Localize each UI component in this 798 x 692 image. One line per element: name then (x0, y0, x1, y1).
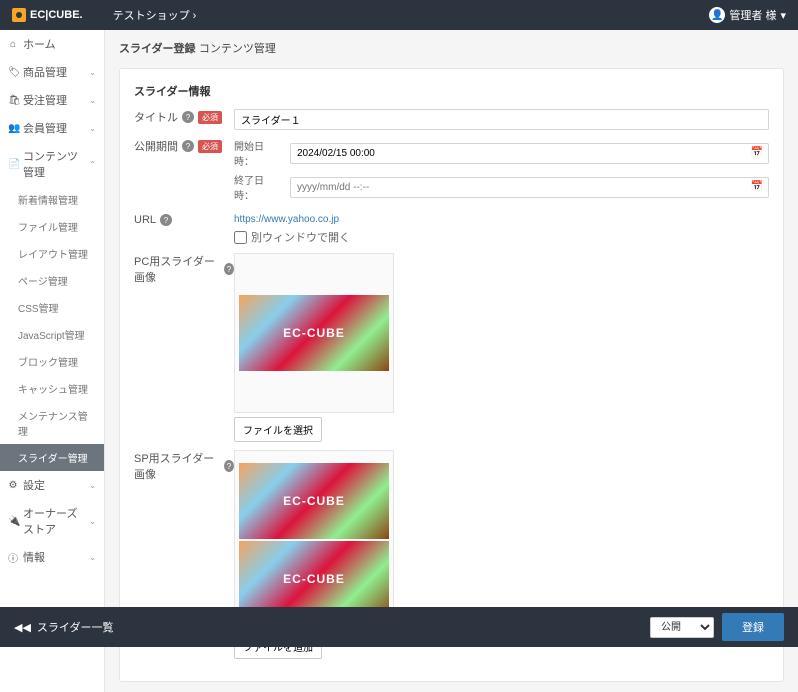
label-start: 開始日時： (234, 138, 282, 168)
label-end: 終了日時： (234, 172, 282, 202)
pc-image-preview: EC-CUBE (234, 253, 394, 413)
new-window-input[interactable] (234, 231, 247, 244)
cart-icon: 🛍 (8, 95, 18, 106)
chevron-down-icon: ⌄ (89, 124, 96, 133)
chevron-down-icon: ⌄ (89, 68, 96, 77)
sp-image-preview: EC-CUBE EC-CUBE (234, 450, 394, 630)
chevron-down-icon: ⌄ (89, 96, 96, 105)
nav-order[interactable]: 🛍受注管理⌄ (0, 86, 104, 114)
nav-slider[interactable]: スライダー管理 (0, 444, 104, 471)
nav-js[interactable]: JavaScript管理 (0, 321, 104, 348)
shop-link[interactable]: テストショップ › (113, 7, 197, 23)
nav-layout[interactable]: レイアウト管理 (0, 240, 104, 267)
brand-text: EC|CUBE. (30, 9, 83, 21)
help-icon[interactable]: ? (182, 111, 194, 123)
home-icon: ⌂ (8, 39, 18, 50)
nav-css[interactable]: CSS管理 (0, 294, 104, 321)
help-icon[interactable]: ? (160, 214, 172, 226)
label-sp-image: SP用スライダー画像? (134, 450, 234, 482)
url-value: https://www.yahoo.co.jp (234, 214, 769, 225)
help-icon[interactable]: ? (224, 263, 234, 275)
info-icon: ⓘ (8, 550, 18, 565)
required-badge: 必須 (198, 140, 222, 153)
label-pc-image: PC用スライダー画像? (134, 253, 234, 285)
thumbnail: EC-CUBE (239, 541, 389, 617)
nav-product[interactable]: 🏷商品管理⌄ (0, 58, 104, 86)
label-period: 公開期間?必須 (134, 138, 234, 154)
nav-setting[interactable]: ⚙設定⌄ (0, 471, 104, 499)
gear-icon: ⚙ (8, 480, 18, 491)
required-badge: 必須 (198, 111, 222, 124)
tag-icon: 🏷 (8, 67, 18, 78)
doc-icon: 📄 (8, 159, 18, 170)
help-icon[interactable]: ? (224, 460, 234, 472)
nav-cache[interactable]: キャッシュ管理 (0, 375, 104, 402)
thumbnail: EC-CUBE (239, 295, 389, 371)
chevron-down-icon: ⌄ (89, 481, 96, 490)
back-link[interactable]: ◀◀スライダー一覧 (14, 619, 113, 635)
users-icon: 👥 (8, 123, 18, 134)
pc-file-select-button[interactable]: ファイルを選択 (234, 417, 322, 442)
chevron-down-icon: ⌄ (89, 517, 96, 526)
nav-owner[interactable]: 🔌オーナーズストア⌄ (0, 499, 104, 543)
nav-block[interactable]: ブロック管理 (0, 348, 104, 375)
chevron-up-icon: ⌃ (89, 160, 96, 169)
breadcrumb: スライダー登録 コンテンツ管理 (119, 40, 784, 56)
nav-content[interactable]: 📄コンテンツ管理⌃ (0, 142, 104, 186)
help-icon[interactable]: ? (182, 140, 194, 152)
form-card: スライダー情報 タイトル?必須 公開期間?必須 開始日時： 終了日時： URL?… (119, 68, 784, 682)
nav-news[interactable]: 新着情報管理 (0, 186, 104, 213)
title-input[interactable] (234, 109, 769, 130)
nav-home[interactable]: ⌂ホーム (0, 30, 104, 58)
section-title: スライダー情報 (134, 83, 769, 99)
plug-icon: 🔌 (8, 516, 18, 527)
nav-info[interactable]: ⓘ情報⌄ (0, 543, 104, 571)
nav-maint[interactable]: メンテナンス管理 (0, 402, 104, 444)
submit-button[interactable]: 登録 (722, 613, 784, 641)
user-icon: 👤 (709, 7, 725, 23)
start-date-input[interactable] (290, 143, 769, 164)
new-window-checkbox[interactable]: 別ウィンドウで開く (234, 229, 769, 245)
nav-member[interactable]: 👥会員管理⌄ (0, 114, 104, 142)
end-date-input[interactable] (290, 177, 769, 198)
rewind-icon: ◀◀ (14, 621, 31, 634)
logo-icon (12, 8, 26, 22)
chevron-down-icon: ⌄ (89, 553, 96, 562)
visibility-select[interactable]: 公開 (650, 617, 714, 638)
nav-page[interactable]: ページ管理 (0, 267, 104, 294)
user-menu[interactable]: 👤管理者 様 ▾ (709, 7, 786, 23)
sidebar: ⌂ホーム 🏷商品管理⌄ 🛍受注管理⌄ 👥会員管理⌄ 📄コンテンツ管理⌃ 新着情報… (0, 30, 105, 692)
brand-logo: EC|CUBE. (12, 8, 83, 22)
label-title: タイトル?必須 (134, 109, 234, 125)
thumbnail: EC-CUBE (239, 463, 389, 539)
label-url: URL? (134, 214, 234, 226)
nav-file[interactable]: ファイル管理 (0, 213, 104, 240)
